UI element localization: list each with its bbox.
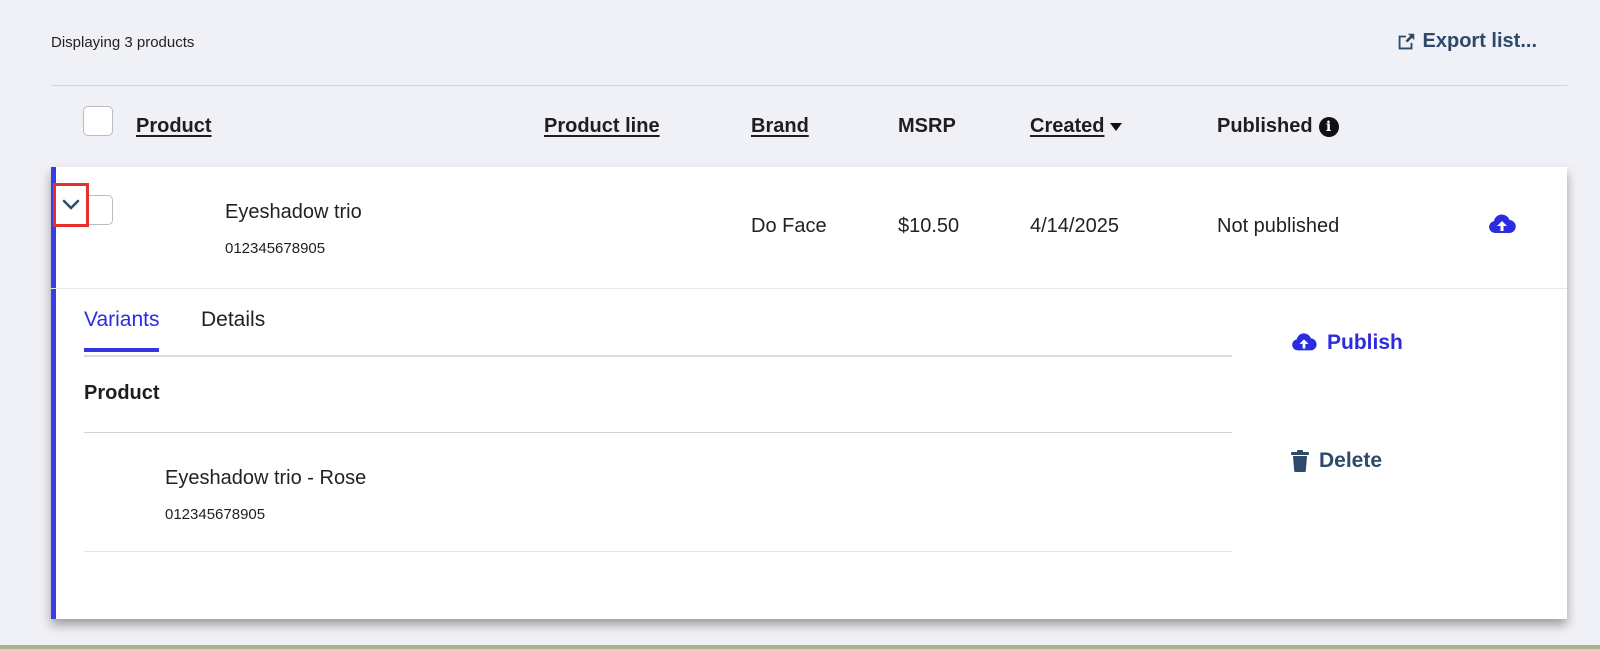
detail-tabs: Variants Details <box>84 308 1232 357</box>
variants-column-product: Product <box>84 382 160 404</box>
cloud-upload-icon <box>1292 333 1317 351</box>
chevron-down-icon <box>62 199 80 210</box>
list-toolbar: Displaying 3 products Export list... <box>51 0 1567 86</box>
product-sku: 012345678905 <box>225 240 326 257</box>
variant-row: Eyeshadow trio - Rose 012345678905 <box>84 433 1232 552</box>
variant-sku: 012345678905 <box>165 506 266 523</box>
product-brand: Do Face <box>751 215 827 237</box>
product-published-status: Not published <box>1217 215 1340 237</box>
export-icon <box>1398 33 1414 49</box>
export-list-button[interactable]: Export list... <box>1395 30 1537 53</box>
caret-down-icon <box>1110 122 1123 131</box>
column-header-published: Published i <box>1217 115 1339 138</box>
publish-label: Publish <box>1327 331 1403 354</box>
variant-name: Eyeshadow trio - Rose <box>165 467 367 489</box>
expand-row-button[interactable] <box>53 183 89 227</box>
trash-icon <box>1291 450 1309 472</box>
tab-details[interactable]: Details <box>201 308 265 348</box>
cloud-upload-icon[interactable] <box>1488 213 1516 237</box>
table-row: Eyeshadow trio 012345678905 Do Face $10.… <box>51 167 1567 289</box>
product-created: 4/14/2025 <box>1030 215 1119 237</box>
column-header-msrp: MSRP <box>898 115 956 137</box>
column-header-product-line[interactable]: Product line <box>544 115 660 138</box>
product-msrp: $10.50 <box>898 215 960 237</box>
publish-button[interactable]: Publish <box>1291 331 1403 355</box>
bottom-edge-strip <box>0 645 1600 649</box>
delete-button[interactable]: Delete <box>1291 449 1382 473</box>
column-header-created[interactable]: Created <box>1030 115 1123 138</box>
info-icon[interactable]: i <box>1318 117 1339 137</box>
expanded-product-card: Eyeshadow trio 012345678905 Do Face $10.… <box>51 167 1567 619</box>
table-header: Product Product line Brand MSRP Created … <box>51 85 1567 167</box>
column-header-created-label: Created <box>1030 115 1105 137</box>
select-all-checkbox[interactable] <box>83 106 113 136</box>
product-count: Displaying 3 products <box>51 34 195 51</box>
tab-variants[interactable]: Variants <box>84 308 160 352</box>
export-list-label: Export list... <box>1422 30 1537 52</box>
variants-table-header: Product <box>84 355 1232 433</box>
column-header-product[interactable]: Product <box>136 115 212 138</box>
column-header-published-label: Published <box>1217 115 1313 137</box>
delete-label: Delete <box>1319 449 1383 472</box>
column-header-brand[interactable]: Brand <box>751 115 809 138</box>
product-name: Eyeshadow trio <box>225 201 362 223</box>
